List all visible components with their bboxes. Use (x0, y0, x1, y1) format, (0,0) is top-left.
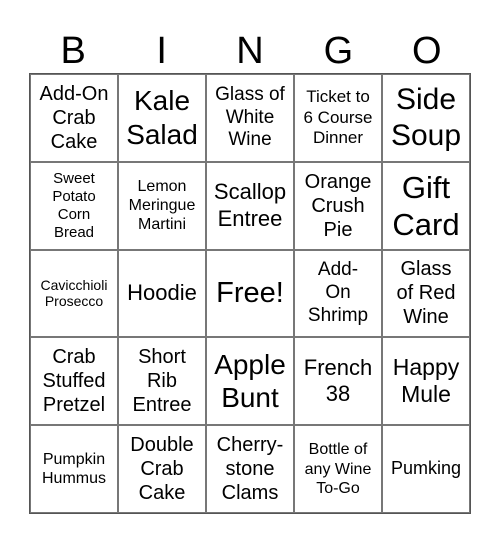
bingo-cell[interactable]: Ticket to 6 Course Dinner (294, 74, 382, 162)
bingo-cell[interactable]: Short Rib Entree (118, 337, 206, 426)
header-letter-b: B (60, 30, 86, 72)
bingo-cell[interactable]: French 38 (294, 337, 382, 426)
header-letter-g: G (323, 30, 354, 72)
bingo-cell[interactable]: Pumking (382, 425, 470, 513)
bingo-cell[interactable]: Cherry- stone Clams (206, 425, 294, 513)
bingo-grid: Add-On Crab Cake Kale Salad Glass of White… (29, 73, 471, 514)
bingo-header: B I N G O (29, 28, 471, 74)
bingo-cell[interactable]: Double Crab Cake (118, 425, 206, 513)
bingo-cell[interactable]: Hoodie (118, 249, 206, 338)
header-letter-o: O (412, 30, 442, 72)
bingo-cell[interactable]: Gift Card (382, 161, 470, 250)
bingo-cell[interactable]: Pumpkin Hummus (30, 425, 118, 513)
bingo-cell[interactable]: Lemon Meringue Martini (118, 161, 206, 250)
header-letter-i: I (156, 30, 167, 72)
bingo-cell[interactable]: Crab Stuffed Pretzel (30, 337, 118, 426)
bingo-cell[interactable]: Orange Crush Pie (294, 161, 382, 250)
bingo-cell[interactable]: Sweet Potato Corn Bread (30, 161, 118, 250)
bingo-cell[interactable]: Kale Salad (118, 74, 206, 162)
bingo-cell[interactable]: Happy Mule (382, 337, 470, 426)
bingo-cell[interactable]: Bottle of any Wine To-Go (294, 425, 382, 513)
bingo-cell[interactable]: Side Soup (382, 74, 470, 162)
bingo-cell[interactable]: Apple Bunt (206, 337, 294, 426)
free-space-cell[interactable]: Free! (206, 249, 294, 338)
bingo-cell[interactable]: Glass of White Wine (206, 74, 294, 162)
bingo-cell[interactable]: Add- On Shrimp (294, 249, 382, 338)
header-letter-n: N (236, 30, 264, 72)
bingo-cell[interactable]: Add-On Crab Cake (30, 74, 118, 162)
bingo-cell[interactable]: Glass of Red Wine (382, 249, 470, 338)
bingo-cell[interactable]: Cavicchioli Prosecco (30, 249, 118, 338)
bingo-cell[interactable]: Scallop Entree (206, 161, 294, 250)
